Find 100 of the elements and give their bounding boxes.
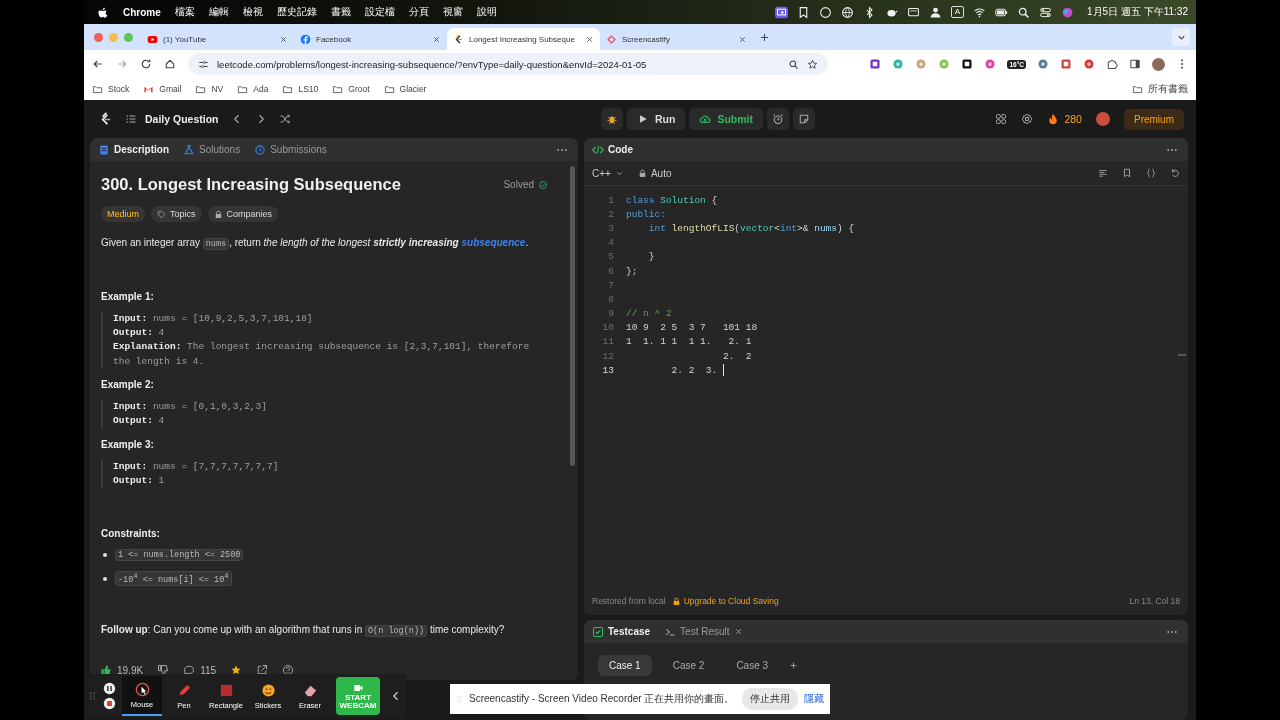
apple-icon[interactable] [96, 5, 109, 19]
home-icon[interactable] [164, 58, 176, 70]
case-tab[interactable]: Case 2 [661, 655, 716, 676]
help-icon[interactable] [282, 664, 295, 676]
panel-tab[interactable]: Testcase [592, 625, 651, 638]
bookmark-item[interactable]: Stock [92, 83, 130, 95]
siri-icon[interactable] [1061, 5, 1075, 19]
companies-button[interactable]: Companies [207, 206, 279, 222]
menu-item[interactable]: Chrome [123, 6, 161, 18]
close-icon[interactable] [585, 34, 594, 44]
hide-link[interactable]: 隱藏 [804, 692, 824, 706]
globe-icon[interactable] [840, 5, 854, 19]
close-icon[interactable] [432, 34, 441, 44]
grid-icon[interactable] [995, 113, 1008, 125]
display-icon[interactable] [906, 5, 920, 19]
reset-icon[interactable] [1170, 168, 1180, 178]
topics-button[interactable]: Topics [151, 206, 202, 222]
user-avatar[interactable] [1095, 112, 1110, 126]
language-dropdown[interactable]: C++ [592, 167, 624, 179]
extension-icon[interactable] [961, 58, 974, 70]
browser-tab[interactable]: Longest Increasing Subseque [447, 28, 600, 50]
close-icon[interactable] [279, 34, 288, 44]
bookmark-item[interactable]: NV [195, 83, 224, 95]
panel-tab[interactable]: Description [98, 143, 169, 156]
auto-mode-toggle[interactable]: Auto [637, 167, 672, 179]
pause-button[interactable] [103, 682, 116, 695]
streak-counter[interactable]: 280 [1047, 113, 1082, 125]
screen-share-icon[interactable] [774, 5, 788, 19]
line-number: 5 [607, 251, 615, 263]
search-icon[interactable] [1017, 5, 1031, 19]
address-bar[interactable]: leetcode.com/problems/longest-increasing-subsequence/?envType=daily-question&envId=2024-01-05 [188, 53, 828, 75]
run-button[interactable]: Run [626, 108, 686, 130]
bookmark-item[interactable]: Groot [332, 83, 370, 95]
input-source-indicator[interactable]: A [950, 6, 965, 18]
bookmark-item[interactable]: Glacier [383, 83, 427, 95]
all-bookmarks-button[interactable]: 所有書籤 [1132, 82, 1188, 96]
zoom-icon[interactable] [788, 58, 799, 70]
menu-item[interactable]: 檔案 [174, 5, 195, 19]
bookmark-item[interactable]: Gmail [143, 83, 182, 95]
panel-tab[interactable]: Test Result [664, 625, 743, 638]
drag-handle-icon[interactable] [456, 694, 463, 704]
menu-item[interactable]: 說明 [476, 5, 497, 19]
braces-icon[interactable] [1146, 168, 1156, 178]
settings-icon[interactable] [1021, 113, 1034, 125]
side-panel-icon[interactable] [1129, 58, 1141, 70]
bookmark-star-icon[interactable] [807, 58, 818, 70]
window-close-button[interactable] [94, 32, 103, 42]
bookmark-item[interactable]: Ada [237, 83, 269, 95]
format-icon[interactable] [1098, 168, 1108, 178]
stop-sharing-button[interactable]: 停止共用 [742, 688, 798, 710]
document-icon [98, 143, 110, 156]
case-tab[interactable]: Case 1 [598, 655, 652, 676]
share-icon[interactable] [256, 664, 269, 676]
notes-button[interactable] [793, 108, 815, 130]
bookmark-icon[interactable] [1122, 168, 1132, 178]
smiley-icon [260, 682, 276, 698]
control-center-icon[interactable] [1039, 5, 1053, 19]
menu-item[interactable]: 分頁 [408, 5, 429, 19]
extension-icon[interactable] [869, 58, 882, 70]
back-icon[interactable] [92, 58, 104, 70]
browser-tab[interactable]: (1) YouTube [141, 28, 294, 50]
add-case-icon[interactable] [789, 661, 799, 670]
clock[interactable]: 1月5日 週五 下午11:32 [1087, 5, 1188, 19]
menu-item[interactable]: 視窗 [442, 5, 463, 19]
wifi-icon[interactable] [973, 5, 987, 19]
logo-icon[interactable] [98, 111, 113, 127]
browser-tab[interactable]: Screencastify [600, 28, 753, 50]
panel-tab[interactable]: Submissions [254, 143, 327, 156]
debug-button[interactable] [600, 108, 623, 130]
circle-icon[interactable] [818, 5, 832, 19]
premium-button[interactable]: Premium [1123, 108, 1184, 130]
site-settings-icon[interactable] [198, 58, 209, 70]
reload-icon[interactable] [140, 58, 152, 70]
dislike-button[interactable] [157, 664, 170, 676]
folder-icon [237, 83, 249, 95]
menu-item[interactable]: 編輯 [208, 5, 229, 19]
upgrade-link[interactable]: Upgrade to Cloud Saving [671, 596, 779, 606]
menu-item[interactable]: 檢視 [242, 5, 263, 19]
tab-list-button[interactable] [1172, 28, 1190, 46]
extensions-icon[interactable] [1106, 58, 1118, 70]
scrollbar[interactable] [570, 166, 575, 466]
profile-avatar[interactable] [1152, 57, 1165, 71]
person-icon[interactable] [928, 5, 942, 19]
bookmark-item[interactable]: LS10 [282, 83, 319, 95]
case-tab[interactable]: Case 3 [725, 655, 780, 676]
timer-button[interactable] [767, 108, 789, 130]
browser-tab[interactable]: Facebook [294, 28, 447, 50]
favorite-star-icon[interactable] [230, 664, 243, 676]
stop-button[interactable] [103, 697, 116, 710]
menu-item[interactable]: 設定檔 [364, 5, 395, 19]
menu-item[interactable]: 歷史記錄 [276, 5, 317, 19]
close-icon[interactable] [738, 34, 747, 44]
menu-item[interactable]: 書籤 [330, 5, 351, 19]
comments-button[interactable]: 115 [183, 664, 217, 676]
problem-list-button[interactable]: Daily Question [125, 113, 219, 125]
shuffle-icon[interactable] [278, 113, 291, 125]
new-tab-icon[interactable] [759, 31, 770, 43]
panel-tab[interactable]: Solutions [183, 143, 241, 156]
like-button[interactable]: 19.9K [100, 664, 144, 676]
submit-button[interactable]: Submit [689, 108, 763, 130]
